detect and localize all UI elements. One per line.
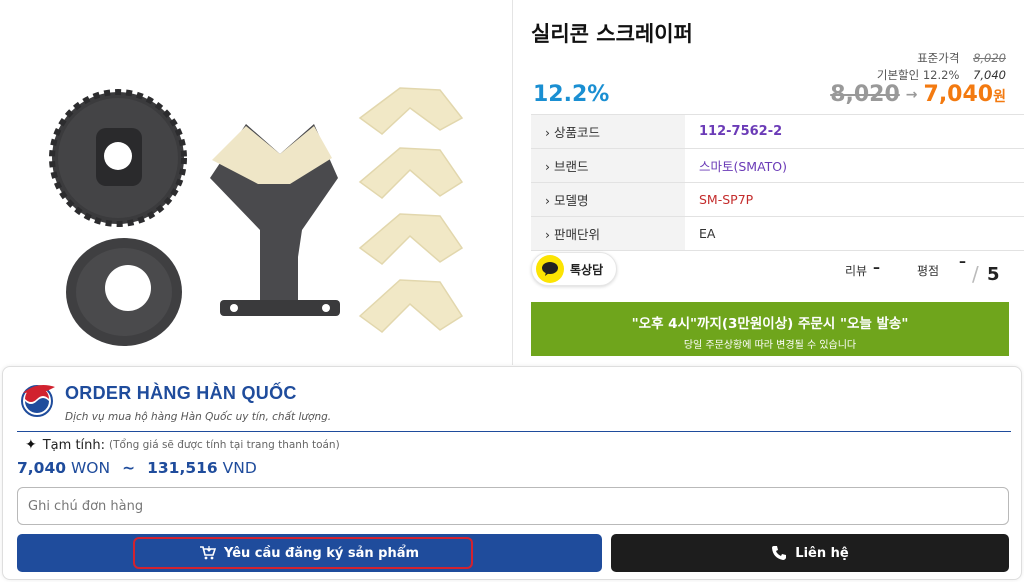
amount-vnd-value: 131,516 bbox=[147, 459, 218, 477]
brand-tagline: Dịch vụ mua hộ hàng Hàn Quốc uy tín, chấ… bbox=[65, 411, 332, 423]
order-panel: ORDER HÀNG HÀN QUỐC Dịch vụ mua hộ hàng … bbox=[2, 366, 1022, 580]
rating-slash: / bbox=[972, 262, 979, 286]
ring-part bbox=[66, 238, 182, 346]
amount-vnd-unit: VND bbox=[222, 459, 257, 477]
phone-icon bbox=[771, 545, 787, 561]
product-image bbox=[20, 30, 500, 360]
scraper-handle bbox=[210, 124, 340, 316]
spec-value-code: 112-7562-2 bbox=[685, 114, 1024, 149]
table-row: › 판매단위 EA bbox=[531, 216, 1024, 251]
subtotal-amount: 7,040 WON ~131,516 VND bbox=[17, 459, 257, 477]
silicone-tips bbox=[358, 87, 464, 333]
review-label: 리뷰 bbox=[845, 264, 868, 278]
list-price-label: 표준가격 bbox=[917, 51, 960, 65]
spec-label: › 상품코드 bbox=[531, 114, 685, 149]
rating-label: 평점 bbox=[917, 264, 940, 278]
divider bbox=[17, 431, 1011, 432]
final-price: 8,020 → 7,040원 bbox=[830, 82, 1006, 107]
spec-value-brand[interactable]: 스마토(SMATO) bbox=[685, 148, 1024, 183]
highlight-box bbox=[133, 537, 473, 569]
rating-value: – bbox=[959, 254, 966, 270]
subtotal-row: ✦ Tạm tính: (Tổng giá sẽ được tính tại t… bbox=[25, 437, 340, 453]
sparkle-icon: ✦ bbox=[25, 437, 37, 453]
kakao-chat-button[interactable]: 톡상담 bbox=[531, 252, 617, 286]
contact-button-label: Liên hệ bbox=[795, 545, 849, 561]
subtotal-label: Tạm tính: bbox=[42, 437, 106, 453]
shipping-headline: "오후 4시"까지(3만원이상) 주문시 "오늘 발송" bbox=[631, 316, 909, 332]
base-discount-label: 기본할인 12.2% bbox=[876, 68, 960, 82]
currency-unit: 원 bbox=[993, 89, 1006, 105]
request-product-button[interactable]: Yêu cầu đăng ký sản phẩm bbox=[17, 534, 602, 572]
amount-won-value: 7,040 bbox=[17, 459, 67, 477]
subtotal-note: (Tổng giá sẽ được tính tại trang thanh t… bbox=[109, 439, 340, 451]
amount-separator: ~ bbox=[122, 459, 136, 477]
brand-logo-icon bbox=[17, 379, 59, 421]
table-row: › 모델명 SM-SP7P bbox=[531, 182, 1024, 217]
base-discount-price: 7,040 bbox=[973, 68, 1006, 82]
product-info-panel: 실리콘 스크레이퍼 표준가격 8,020 기본할인 12.2% 7,040 12… bbox=[512, 0, 1024, 365]
kakao-talk-icon bbox=[536, 255, 564, 283]
shipping-banner: "오후 4시"까지(3만원이상) 주문시 "오늘 발송" 당일 주문상황에 따라… bbox=[531, 302, 1009, 356]
list-price: 8,020 bbox=[973, 51, 1006, 65]
spec-label: › 브랜드 bbox=[531, 148, 685, 183]
gear-part bbox=[49, 89, 187, 227]
table-row: › 브랜드 스마토(SMATO) bbox=[531, 148, 1024, 183]
table-row: › 상품코드 112-7562-2 bbox=[531, 114, 1024, 149]
old-price: 8,020 bbox=[830, 82, 900, 107]
rating-max: 5 bbox=[987, 264, 1000, 285]
review-count: – bbox=[873, 260, 880, 276]
spec-table: › 상품코드 112-7562-2 › 브랜드 스마토(SMATO) › 모델명… bbox=[531, 114, 1024, 251]
spec-label: › 모델명 bbox=[531, 182, 685, 217]
amount-won-unit: WON bbox=[70, 459, 111, 477]
order-note-input[interactable] bbox=[17, 487, 1009, 525]
kakao-chat-label: 톡상담 bbox=[570, 262, 604, 277]
spec-value-unit: EA bbox=[685, 216, 1024, 251]
spec-label: › 판매단위 bbox=[531, 216, 685, 251]
brand-name: ORDER HÀNG HÀN QUỐC bbox=[65, 383, 297, 403]
new-price: 7,040 bbox=[923, 82, 994, 107]
arrow-icon: → bbox=[905, 87, 918, 103]
shipping-subtext: 당일 주문상황에 따라 변경될 수 있습니다 bbox=[683, 340, 857, 351]
contact-button[interactable]: Liên hệ bbox=[611, 534, 1009, 572]
product-title: 실리콘 스크레이퍼 bbox=[531, 22, 693, 46]
discount-percent: 12.2% bbox=[533, 82, 610, 107]
spec-value-model: SM-SP7P bbox=[685, 182, 1024, 217]
price-summary: 표준가격 8,020 기본할인 12.2% 7,040 bbox=[877, 50, 1006, 84]
